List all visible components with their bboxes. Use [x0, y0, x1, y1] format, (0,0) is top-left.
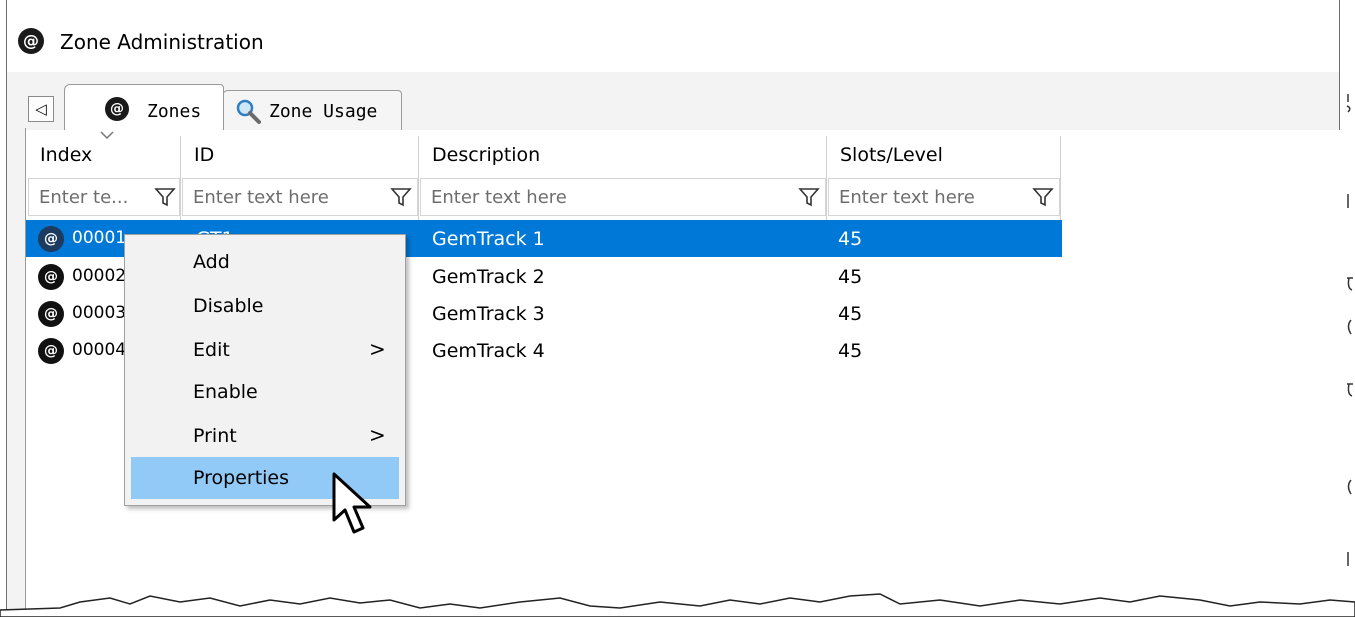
cell-index: 00001 — [72, 228, 127, 248]
menu-item-label: Print — [193, 425, 237, 447]
column-header-index[interactable]: Index — [28, 134, 180, 176]
cropped-fragment — [1347, 319, 1352, 335]
filter-funnel-icon[interactable] — [387, 183, 415, 211]
cell-slots-level: 45 — [838, 303, 863, 325]
column-header-slots-level[interactable]: Slots/Level — [828, 134, 1060, 176]
window-title: Zone Administration — [60, 30, 264, 54]
filter-funnel-icon[interactable] — [795, 183, 823, 211]
torn-edge — [0, 593, 1355, 617]
zone-logo-icon: @ — [38, 338, 64, 364]
tab-label: Zone Usage — [269, 101, 378, 122]
filter-input-description[interactable]: Enter text here — [420, 178, 826, 216]
menu-item-label: Enable — [193, 381, 258, 403]
cropped-fragment — [1347, 383, 1353, 397]
menu-item-label: Edit — [193, 339, 230, 361]
tab-label: Zones — [147, 101, 202, 122]
zone-logo-icon: @ — [38, 226, 64, 252]
zone-logo-icon: @ — [18, 28, 44, 54]
column-header-label: ID — [194, 144, 215, 166]
menu-item-label: Add — [193, 251, 230, 273]
search-icon — [236, 99, 261, 124]
zone-logo-icon: @ — [38, 264, 64, 290]
zone-administration-window: @ Zone Administration ◁ Zone Usage @ Zon… — [0, 0, 1355, 617]
cropped-fragment — [1346, 94, 1351, 113]
column-header-id[interactable]: ID — [182, 134, 418, 176]
cell-description: GemTrack 2 — [432, 266, 545, 288]
tab-scroll-left-button[interactable]: ◁ — [28, 96, 54, 122]
column-divider[interactable] — [418, 136, 419, 220]
cropped-fragment — [1347, 277, 1353, 291]
cell-description: GemTrack 4 — [432, 340, 545, 362]
menu-item-add[interactable]: Add — [131, 241, 399, 283]
column-divider[interactable] — [826, 136, 827, 220]
column-divider[interactable] — [1060, 136, 1061, 220]
filter-placeholder: Enter text here — [431, 187, 567, 208]
grid-border — [25, 128, 26, 617]
column-header-description[interactable]: Description — [420, 134, 826, 176]
column-divider[interactable] — [180, 136, 181, 220]
menu-item-label: Properties — [193, 467, 290, 489]
menu-item-enable[interactable]: Enable — [131, 371, 399, 413]
menu-item-edit[interactable]: Edit > — [131, 329, 399, 371]
cell-index: 00004 — [72, 340, 127, 360]
cropped-fragment — [1347, 479, 1352, 495]
tab-zone-usage[interactable]: Zone Usage — [222, 90, 402, 130]
cell-slots-level: 45 — [838, 266, 863, 288]
cropped-fragment — [1347, 194, 1349, 208]
context-menu: Add Disable Edit > Enable Print > Proper… — [124, 234, 406, 506]
zone-logo-icon: @ — [38, 301, 64, 327]
filter-input-index[interactable]: Enter te... — [28, 178, 180, 216]
filter-input-slots-level[interactable]: Enter text here — [828, 178, 1060, 216]
column-header-label: Slots/Level — [840, 144, 943, 166]
cropped-fragment — [1347, 552, 1349, 566]
cell-description: GemTrack 3 — [432, 303, 545, 325]
cell-index: 00003 — [72, 303, 127, 323]
filter-placeholder: Enter te... — [39, 187, 129, 208]
filter-input-id[interactable]: Enter text here — [182, 178, 418, 216]
filter-funnel-icon[interactable] — [151, 183, 179, 211]
filter-placeholder: Enter text here — [839, 187, 975, 208]
cell-index: 00002 — [72, 266, 127, 286]
filter-funnel-icon[interactable] — [1029, 183, 1057, 211]
menu-item-print[interactable]: Print > — [131, 415, 399, 457]
cell-slots-level: 45 — [838, 228, 863, 250]
chevron-right-icon: > — [369, 337, 386, 361]
tab-zones[interactable]: @ Zones — [64, 84, 224, 130]
cell-slots-level: 45 — [838, 340, 863, 362]
filter-placeholder: Enter text here — [193, 187, 329, 208]
chevron-right-icon: > — [369, 423, 386, 447]
column-header-label: Description — [432, 144, 541, 166]
cell-description: GemTrack 1 — [432, 228, 545, 250]
zone-logo-icon: @ — [105, 97, 129, 121]
mouse-pointer-icon — [332, 472, 372, 534]
column-header-label: Index — [40, 144, 93, 166]
menu-item-disable[interactable]: Disable — [131, 285, 399, 327]
menu-item-label: Disable — [193, 295, 264, 317]
